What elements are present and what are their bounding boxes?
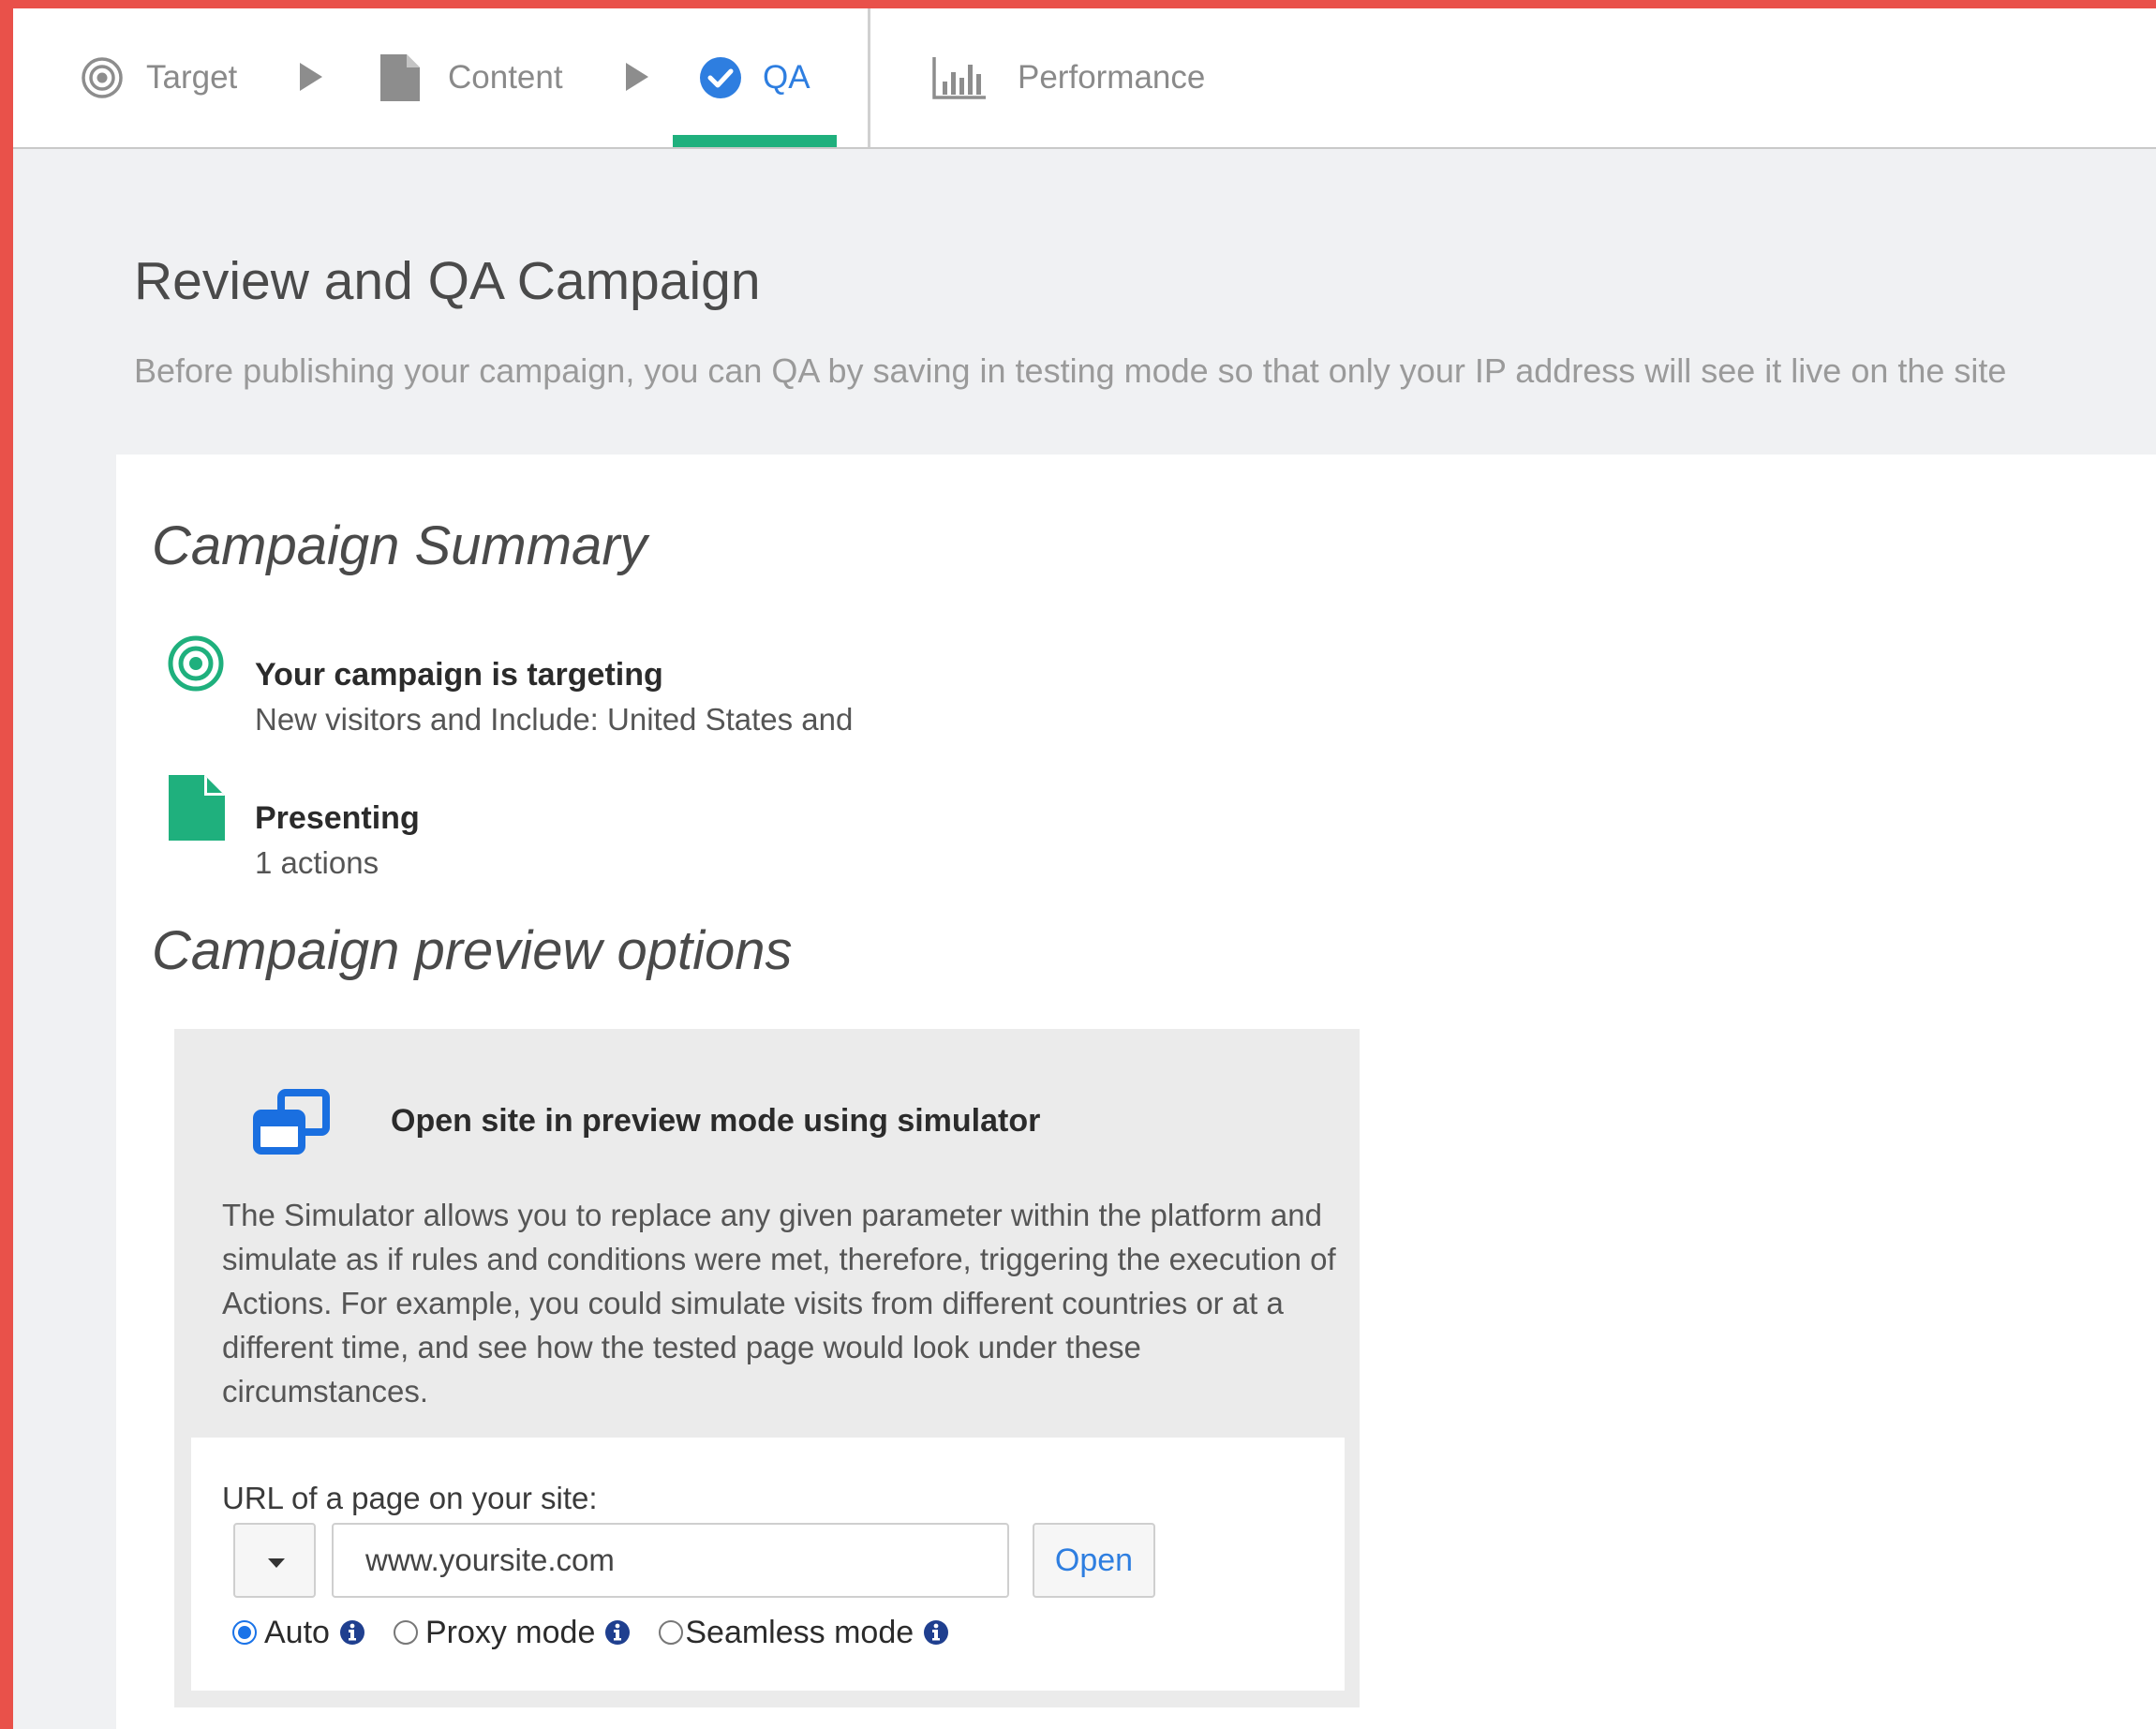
- document-icon: [380, 54, 420, 101]
- url-label: URL of a page on your site:: [222, 1481, 598, 1515]
- step-arrow-icon: [300, 63, 322, 91]
- info-icon[interactable]: [604, 1619, 631, 1646]
- tab-content-label: Content: [448, 59, 563, 96]
- simulator-description: The Simulator allows you to replace any …: [222, 1198, 1336, 1409]
- radio-proxy-mode[interactable]: [393, 1620, 418, 1645]
- info-icon[interactable]: [339, 1619, 365, 1646]
- targeting-text: New visitors and Include: United States …: [255, 702, 854, 737]
- tab-qa-label: QA: [763, 59, 810, 96]
- caret-down-icon: [268, 1558, 285, 1568]
- document-icon: [169, 775, 225, 841]
- target-icon: [168, 635, 224, 692]
- url-history-dropdown[interactable]: [233, 1523, 316, 1598]
- tab-target[interactable]: Target: [81, 8, 237, 147]
- tab-target-label: Target: [146, 59, 238, 96]
- page-title: Review and QA Campaign: [134, 251, 761, 311]
- radio-seamless-mode-label[interactable]: Seamless mode: [685, 1615, 914, 1651]
- radio-auto[interactable]: [232, 1620, 257, 1645]
- tab-performance[interactable]: Performance: [931, 8, 1205, 147]
- url-input[interactable]: [332, 1523, 1009, 1598]
- tab-content[interactable]: Content: [379, 8, 563, 147]
- check-circle-icon: [700, 57, 741, 98]
- windows-icon: [253, 1089, 330, 1155]
- tab-performance-label: Performance: [1018, 59, 1206, 96]
- top-nav: Target Content QA Performance: [13, 8, 2156, 149]
- simulator-title: Open site in preview mode using simulato…: [391, 1103, 1041, 1139]
- info-icon[interactable]: [923, 1619, 949, 1646]
- tab-qa[interactable]: QA: [699, 8, 810, 147]
- page-description: Before publishing your campaign, you can…: [134, 351, 2007, 390]
- preview-mode-options: Auto Proxy mode Seamless mode: [232, 1611, 949, 1654]
- radio-seamless-mode[interactable]: [659, 1620, 684, 1645]
- presenting-text: 1 actions: [255, 845, 379, 880]
- targeting-heading: Your campaign is targeting: [255, 657, 663, 693]
- target-icon: [82, 57, 123, 98]
- radio-proxy-mode-label[interactable]: Proxy mode: [425, 1615, 595, 1651]
- campaign-summary-title: Campaign Summary: [152, 515, 647, 576]
- radio-auto-label[interactable]: Auto: [264, 1615, 330, 1651]
- campaign-preview-title: Campaign preview options: [152, 920, 793, 981]
- open-button[interactable]: Open: [1033, 1523, 1155, 1598]
- step-arrow-icon: [626, 63, 648, 91]
- presenting-heading: Presenting: [255, 800, 420, 836]
- tab-divider: [868, 8, 870, 147]
- active-tab-indicator: [673, 135, 837, 147]
- page: Target Content QA Performance Review and…: [13, 8, 2156, 1729]
- bar-chart-icon: [932, 57, 986, 99]
